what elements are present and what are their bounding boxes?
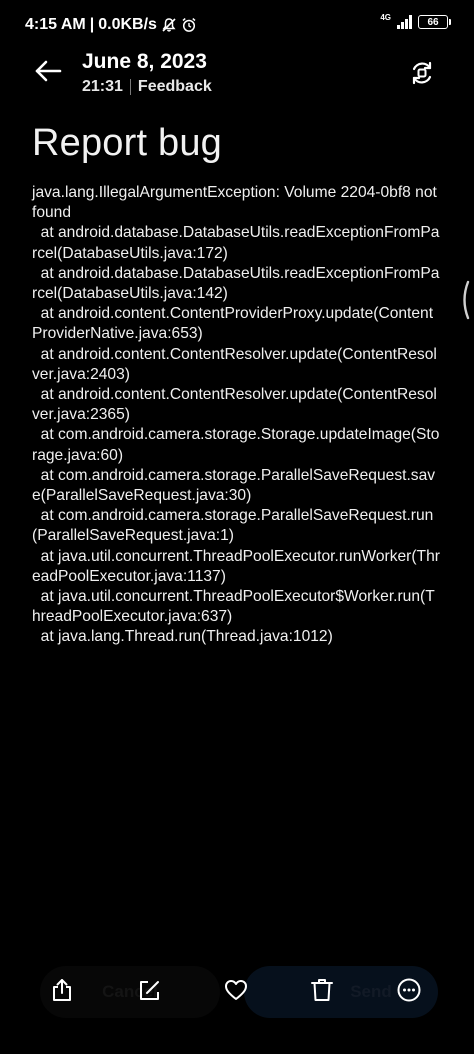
bottom-action-bar: Cancel Send [0, 960, 474, 1024]
trace-line: at com.android.camera.storage.ParallelSa… [32, 466, 436, 505]
trace-line: at java.lang.Thread.run(Thread.java:1012… [32, 628, 333, 646]
rotate-button[interactable] [406, 57, 438, 89]
signal-icon [397, 15, 412, 29]
status-separator: | [89, 16, 95, 33]
trace-line: at android.content.ContentProviderProxy.… [32, 305, 434, 343]
rotate-icon [412, 61, 432, 85]
battery-icon: 66 [418, 15, 451, 29]
trace-line: java.lang.IllegalArgumentException: Volu… [32, 184, 442, 222]
edit-icon[interactable] [133, 974, 165, 1006]
header-feedback: Feedback [137, 78, 212, 95]
header-subtitle: 21:31 Feedback [82, 78, 212, 96]
header-time: 21:31 [82, 78, 123, 95]
back-button[interactable] [28, 54, 68, 88]
favorite-icon[interactable] [220, 974, 252, 1006]
trace-line: at java.util.concurrent.ThreadPoolExecut… [32, 588, 435, 626]
trace-line: at android.database.DatabaseUtils.readEx… [32, 264, 440, 303]
trace-line: at android.database.DatabaseUtils.readEx… [32, 224, 440, 262]
page-title: Report bug [32, 122, 223, 164]
header-info: June 8, 2023 21:31 Feedback [82, 50, 212, 96]
alarm-icon [181, 17, 197, 33]
trace-line: at android.content.ContentResolver.updat… [32, 386, 437, 424]
send-label: Send [350, 982, 392, 1001]
more-icon[interactable] [393, 974, 425, 1006]
share-icon[interactable] [46, 974, 78, 1006]
status-time: 4:15 AM [25, 16, 86, 33]
network-type: 4G [380, 13, 391, 22]
delete-icon[interactable] [306, 974, 338, 1006]
status-left: 4:15 AM | 0.0KB/s [25, 16, 197, 34]
header-divider [129, 79, 131, 95]
battery-level: 66 [427, 17, 439, 28]
status-speed: 0.0KB/s [98, 16, 157, 33]
trace-line: at com.android.camera.storage.ParallelSa… [32, 507, 434, 545]
trace-line: at com.android.camera.storage.Storage.up… [32, 426, 440, 464]
stack-trace: java.lang.IllegalArgumentException: Volu… [32, 183, 442, 648]
notifications-off-icon [161, 17, 177, 33]
back-arrow-icon [35, 60, 62, 82]
trace-line: at android.content.ContentResolver.updat… [32, 345, 437, 383]
header-date: June 8, 2023 [82, 50, 207, 73]
edge-handle[interactable] [460, 280, 470, 320]
status-bar: 4:15 AM | 0.0KB/s 4G 66 [0, 0, 474, 52]
status-right: 4G 66 [380, 13, 451, 29]
trace-line: at java.util.concurrent.ThreadPoolExecut… [32, 547, 440, 585]
